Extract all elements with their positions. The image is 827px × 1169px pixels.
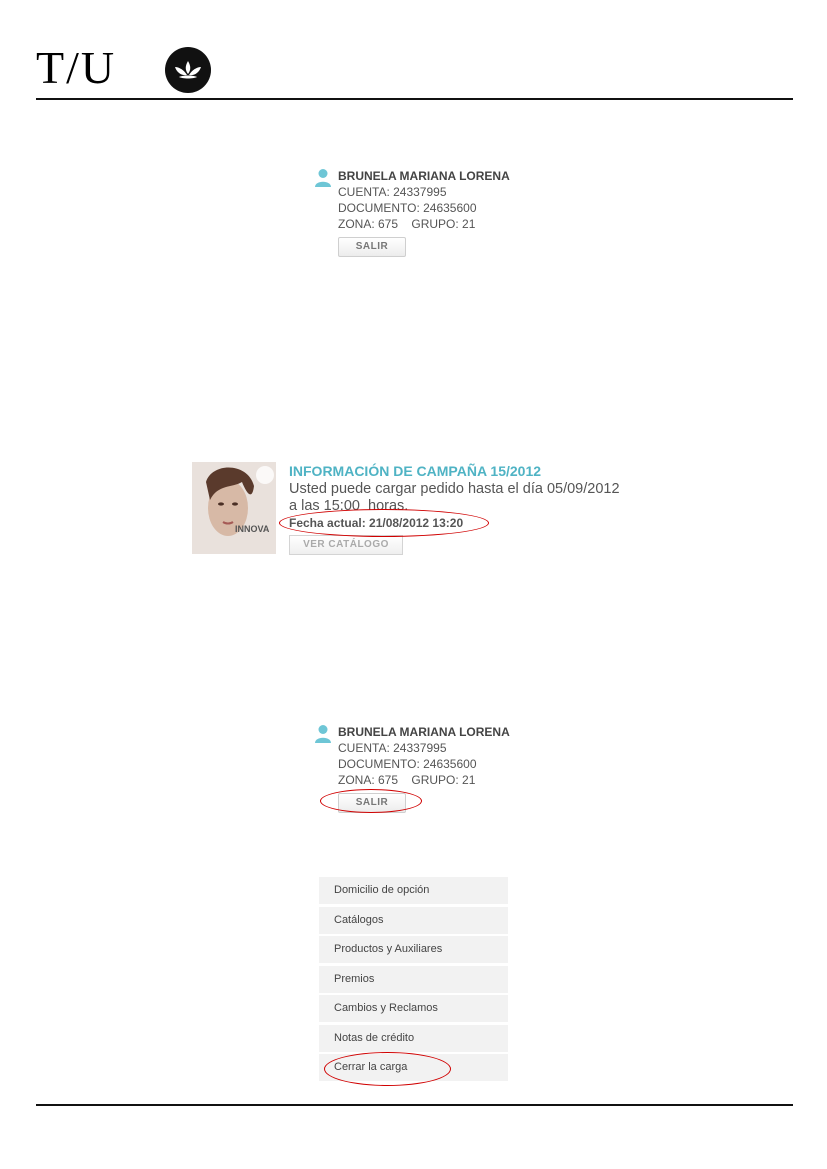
document-number: DOCUMENTO: 24635600 bbox=[338, 201, 477, 215]
brand-logo-text: T/U bbox=[36, 42, 117, 93]
document-number: DOCUMENTO: 24635600 bbox=[338, 757, 477, 771]
zone-group: ZONA: 675 GRUPO: 21 bbox=[338, 773, 476, 787]
user-icon bbox=[315, 725, 331, 743]
annotation-oval-close-load bbox=[324, 1052, 451, 1086]
menu-item-premios[interactable]: Premios bbox=[319, 965, 508, 993]
annotation-oval-date bbox=[279, 509, 489, 537]
lotus-emblem-icon bbox=[165, 47, 211, 93]
menu-item-productos[interactable]: Productos y Auxiliares bbox=[319, 936, 508, 963]
user-name: BRUNELA MARIANA LORENA bbox=[338, 169, 510, 183]
menu-item-cambios[interactable]: Cambios y Reclamos bbox=[319, 995, 508, 1022]
user-info-panel-top: BRUNELA MARIANA LORENA CUENTA: 24337995 … bbox=[315, 168, 575, 260]
account-number: CUENTA: 24337995 bbox=[338, 741, 447, 755]
footer-divider bbox=[36, 1104, 793, 1106]
account-number: CUENTA: 24337995 bbox=[338, 185, 447, 199]
menu-item-catalogos[interactable]: Catálogos bbox=[319, 906, 508, 934]
header-divider bbox=[36, 98, 793, 100]
campaign-title: INFORMACIÓN DE CAMPAÑA 15/2012 bbox=[289, 463, 542, 479]
menu-item-notas-credito[interactable]: Notas de crédito bbox=[319, 1024, 508, 1052]
user-icon bbox=[315, 169, 331, 187]
logout-button[interactable]: SALIR bbox=[338, 237, 406, 257]
catalog-cover-image[interactable]: INNOVA bbox=[192, 462, 276, 554]
view-catalog-button[interactable]: VER CATÁLOGO bbox=[289, 535, 403, 555]
campaign-deadline-text: Usted puede cargar pedido hasta el día 0… bbox=[289, 481, 620, 497]
menu-item-domicilio[interactable]: Domicilio de opción bbox=[319, 877, 508, 904]
user-name: BRUNELA MARIANA LORENA bbox=[338, 725, 510, 739]
svg-text:INNOVA: INNOVA bbox=[235, 524, 270, 534]
annotation-oval-logout bbox=[320, 789, 422, 813]
zone-group: ZONA: 675 GRUPO: 21 bbox=[338, 217, 476, 231]
